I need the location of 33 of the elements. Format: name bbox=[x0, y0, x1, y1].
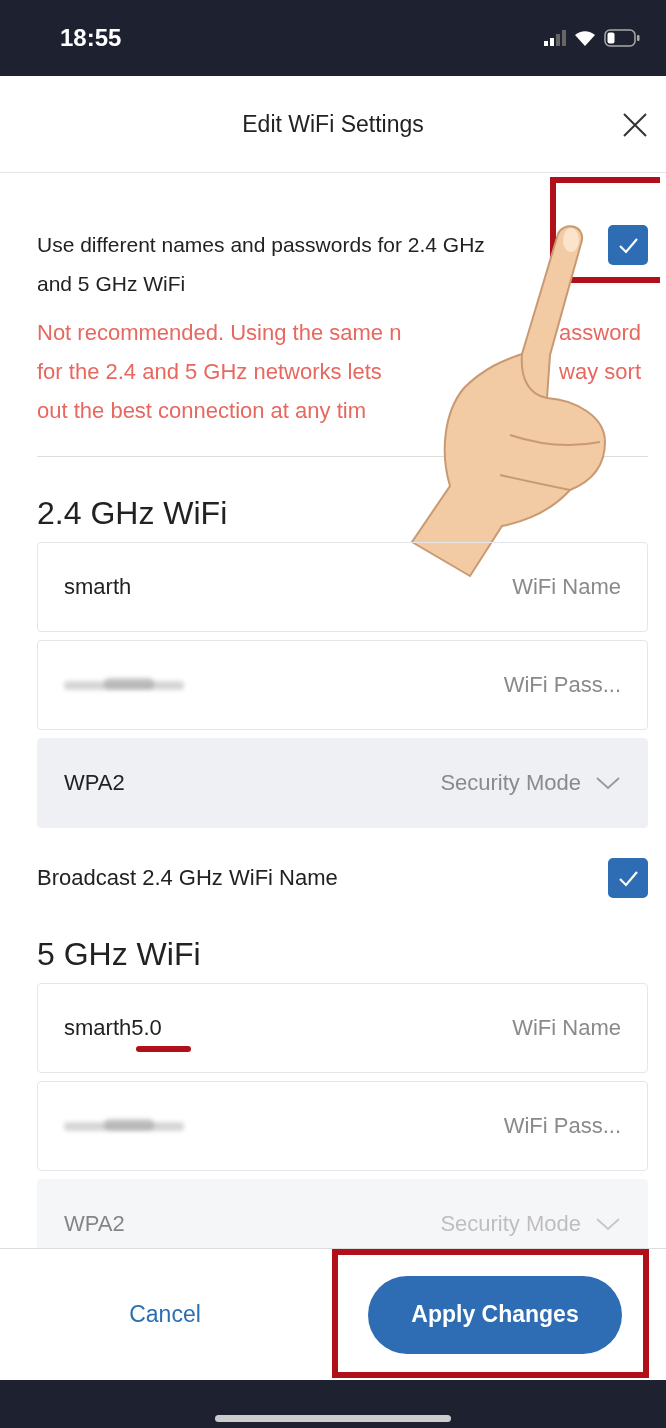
field-value: smarth bbox=[64, 574, 132, 600]
field-label: WiFi Name bbox=[512, 1015, 621, 1041]
chevron-down-icon bbox=[595, 1217, 621, 1231]
option-label: Broadcast 2.4 GHz WiFi Name bbox=[37, 865, 338, 891]
input-field[interactable]: smarth WiFi Name bbox=[37, 542, 648, 632]
warning-text: assword bbox=[559, 319, 641, 347]
wifi-icon bbox=[574, 30, 596, 46]
field-label: WiFi Pass... bbox=[503, 672, 621, 698]
warning-text: Not recommended. Using the same n bbox=[37, 319, 402, 347]
password-field[interactable]: WiFi Pass... bbox=[37, 640, 648, 730]
close-icon[interactable] bbox=[622, 112, 648, 138]
section-title: 5 GHz WiFi bbox=[37, 936, 202, 973]
warning-text: for the 2.4 and 5 GHz networks lets bbox=[37, 358, 382, 386]
field-label: WiFi Pass... bbox=[503, 1113, 621, 1139]
dialog-title: Edit WiFi Settings bbox=[242, 110, 424, 138]
warning-text: way sort bbox=[559, 358, 641, 386]
password-field[interactable]: WiFi Pass... bbox=[37, 1081, 648, 1171]
status-time: 18:55 bbox=[60, 24, 122, 52]
chevron-down-icon bbox=[595, 776, 621, 790]
field-label: WiFi Name bbox=[512, 574, 621, 600]
section-title: 2.4 GHz WiFi bbox=[37, 495, 229, 532]
checkbox[interactable] bbox=[608, 225, 648, 265]
security-dropdown[interactable]: WPA2 Security Mode bbox=[37, 1179, 648, 1248]
field-value: smarth5.0 bbox=[64, 1015, 162, 1041]
option-label: Use different names and passwords for 2.4 GHz and 5 GHz WiFi bbox=[37, 232, 486, 297]
security-dropdown[interactable]: WPA2 Security Mode bbox=[37, 738, 648, 828]
checkbox[interactable] bbox=[608, 858, 648, 898]
input-field[interactable]: smarth5.0 WiFi Name bbox=[37, 983, 648, 1073]
apply-button[interactable]: Apply Changes bbox=[368, 1275, 622, 1354]
cancel-button[interactable]: Cancel bbox=[0, 1300, 330, 1329]
battery-icon bbox=[604, 29, 640, 47]
signal-icon bbox=[544, 30, 566, 46]
warning-text: out the best connection at any tim bbox=[37, 397, 366, 425]
